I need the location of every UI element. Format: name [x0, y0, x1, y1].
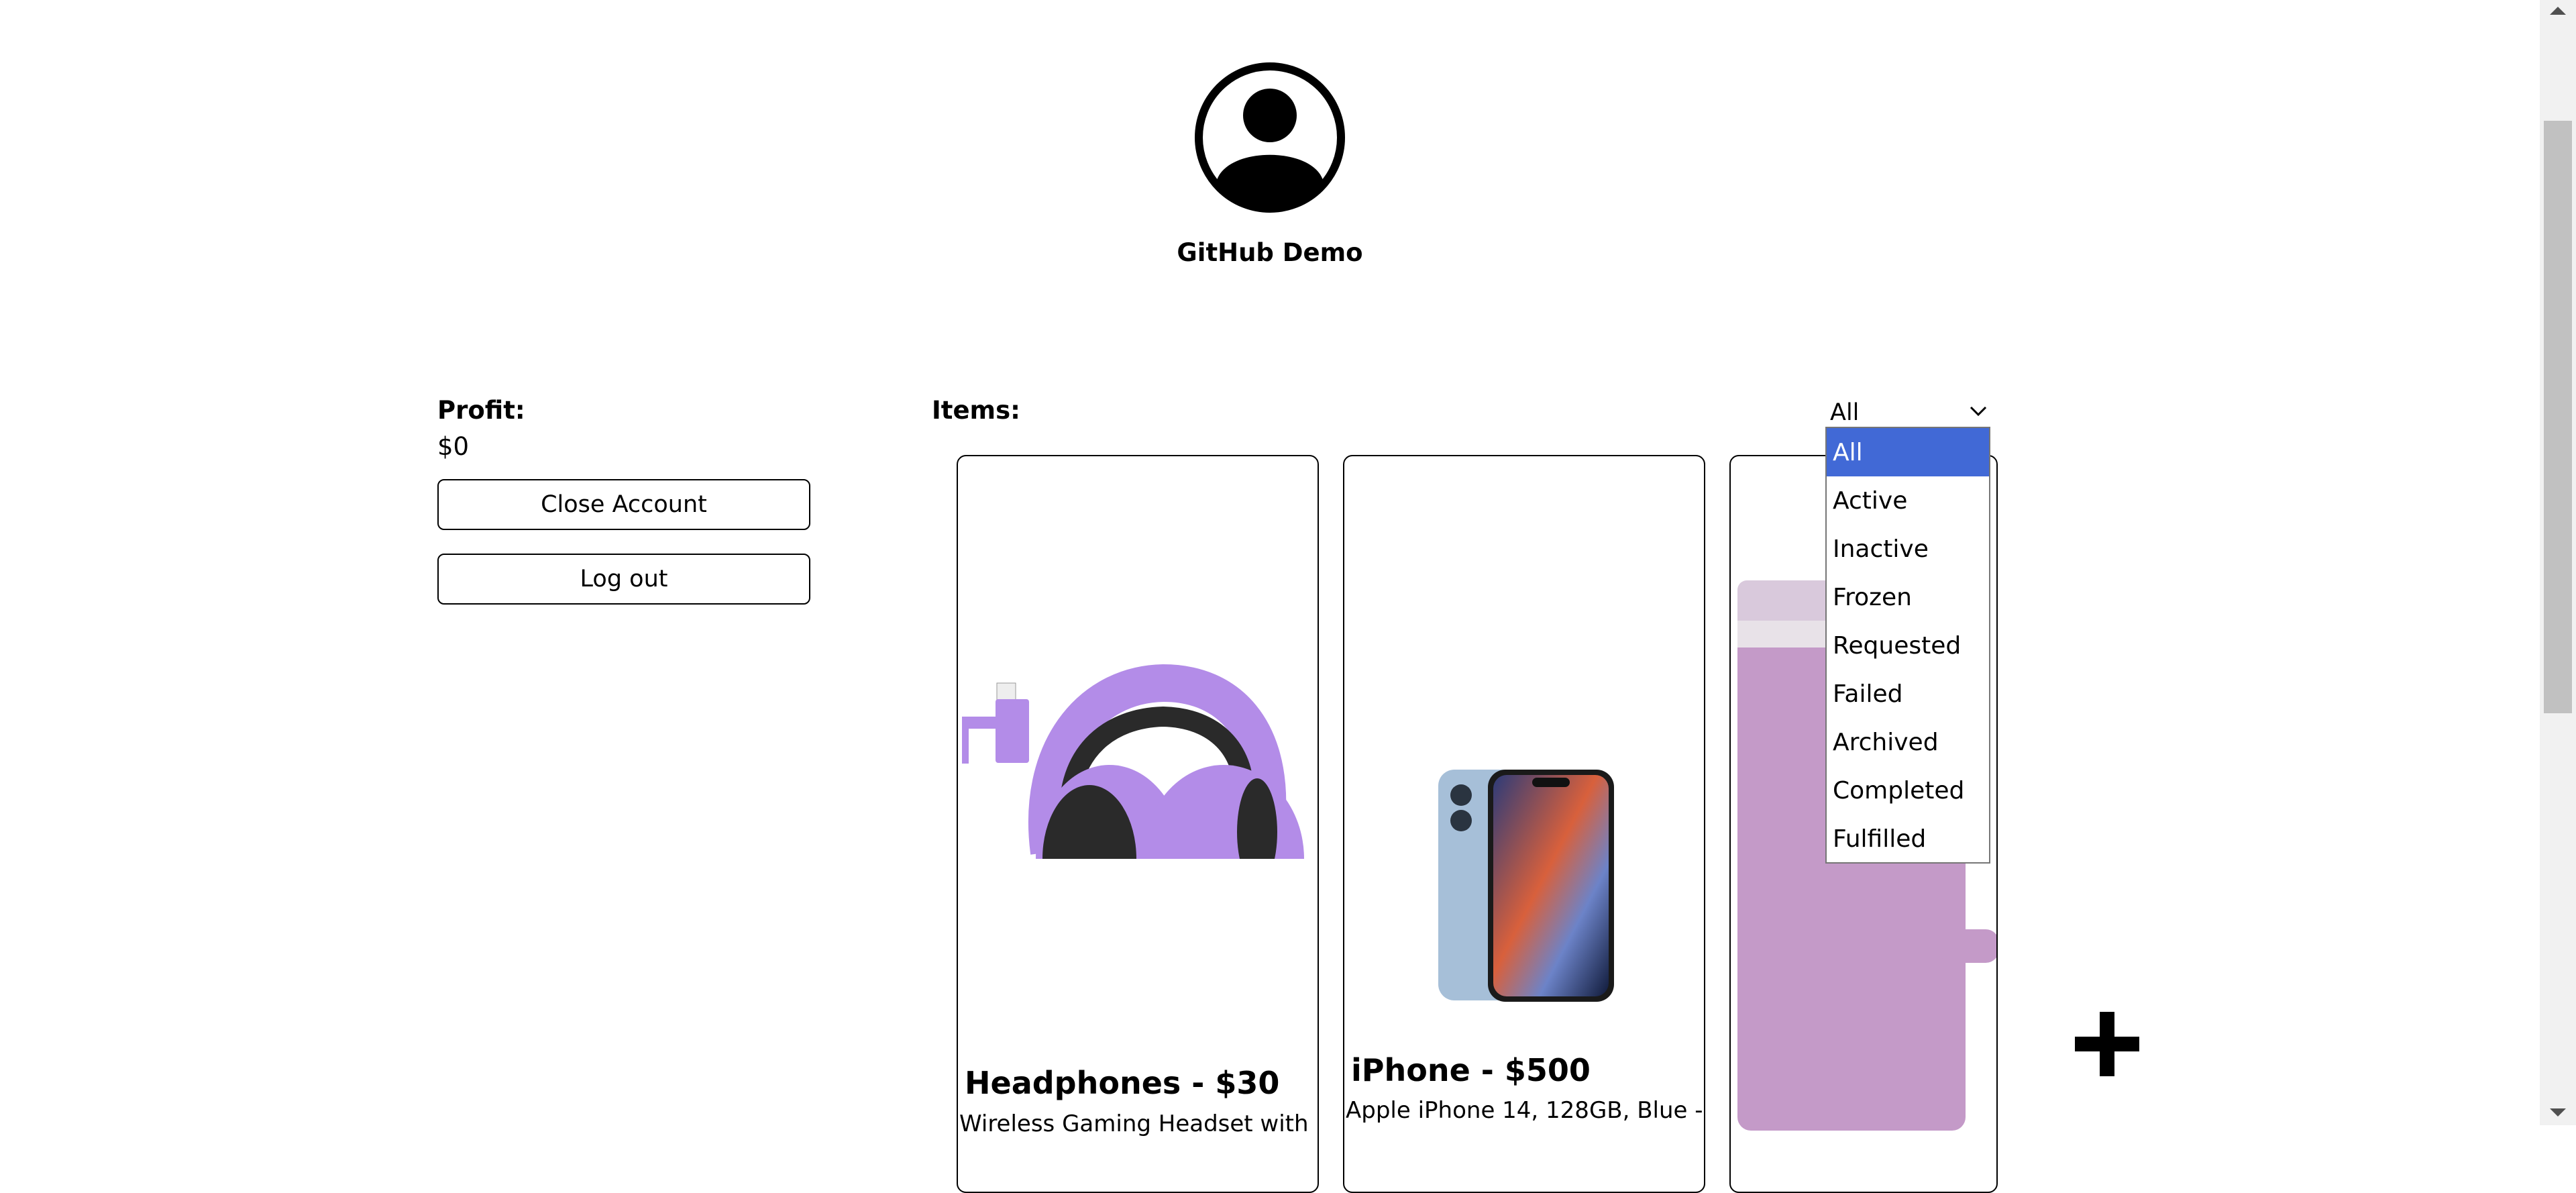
logout-button[interactable]: Log out: [437, 554, 810, 605]
item-title: Headphones - $30: [965, 1065, 1280, 1101]
plus-icon[interactable]: [2075, 1012, 2139, 1076]
scroll-down-arrow-icon[interactable]: [2550, 1108, 2566, 1117]
item-description: Wireless Gaming Headset with: [959, 1110, 1309, 1137]
filter-selected-value: All: [1830, 399, 1860, 426]
filter-option-all[interactable]: All: [1827, 428, 1989, 476]
filter-option-archived[interactable]: Archived: [1827, 718, 1989, 766]
filter-option-active[interactable]: Active: [1827, 476, 1989, 525]
filter-option-failed[interactable]: Failed: [1827, 670, 1989, 718]
user-avatar-icon: [1195, 62, 1345, 213]
item-title: iPhone - $500: [1351, 1052, 1591, 1088]
scroll-up-arrow-icon[interactable]: [2550, 7, 2566, 15]
filter-option-completed[interactable]: Completed: [1827, 766, 1989, 815]
iphone-image: [1438, 770, 1614, 1002]
chevron-down-icon: [1970, 406, 1987, 417]
item-description: Apple iPhone 14, 128GB, Blue -: [1346, 1097, 1703, 1124]
filter-option-fulfilled[interactable]: Fulfilled: [1827, 815, 1989, 863]
items-label: Items:: [932, 396, 1020, 425]
profile-username: GitHub Demo: [1177, 238, 1363, 267]
profit-label: Profit:: [437, 396, 525, 425]
filter-option-inactive[interactable]: Inactive: [1827, 525, 1989, 573]
item-status-filter-select[interactable]: All: [1830, 396, 1987, 429]
scrollbar-thumb[interactable]: [2544, 121, 2572, 713]
close-account-button[interactable]: Close Account: [437, 479, 810, 530]
filter-option-frozen[interactable]: Frozen: [1827, 573, 1989, 621]
headphones-image: [962, 664, 1304, 859]
item-card[interactable]: iPhone - $500 Apple iPhone 14, 128GB, Bl…: [1343, 455, 1705, 1193]
filter-option-requested[interactable]: Requested: [1827, 621, 1989, 670]
profit-value: $0: [437, 432, 470, 461]
status-filter-dropdown[interactable]: All Active Inactive Frozen Requested Fai…: [1825, 427, 1990, 864]
item-card[interactable]: Headphones - $30 Wireless Gaming Headset…: [957, 455, 1319, 1193]
